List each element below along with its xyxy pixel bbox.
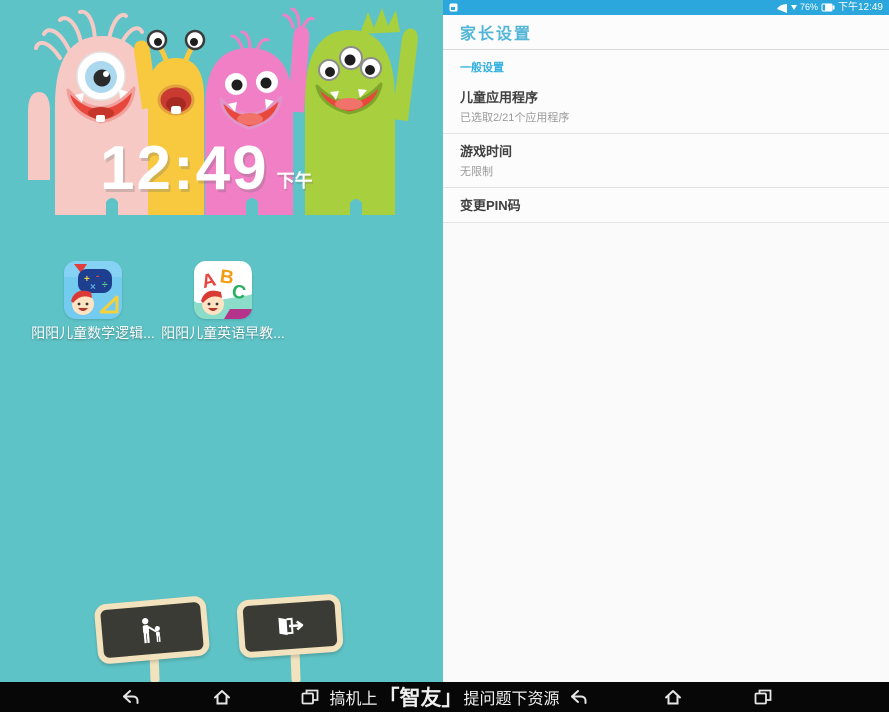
svg-text:-: - (96, 271, 99, 282)
watermark-brand: 「智友」 (379, 682, 463, 712)
pink-smiling-monster (205, 9, 313, 215)
battery-percent: 76% (800, 3, 818, 12)
back-icon (569, 689, 587, 705)
page-title: 家长设置 (460, 20, 532, 44)
app-english[interactable]: A B C 阳阳儿童英语早教... (153, 261, 293, 343)
status-bar: 76% 下午12:49 (443, 0, 889, 15)
abc-app-icon: A B C (194, 261, 252, 319)
recents-button-left[interactable] (290, 682, 330, 711)
recents-icon (754, 689, 772, 705)
home-icon (664, 689, 682, 705)
setting-title: 变更PIN码 (460, 195, 872, 214)
math-app-icon: + - × ÷ (64, 261, 122, 319)
setting-item-change-pin[interactable]: 变更PIN码 (443, 188, 889, 223)
setting-subtitle: 无限制 (460, 163, 872, 179)
notification-icon (449, 3, 458, 12)
exit-button[interactable] (236, 593, 344, 658)
exit-door-icon (274, 614, 305, 638)
setting-item-kids-apps[interactable]: 儿童应用程序 已选取2/21个应用程序 (443, 80, 889, 134)
navigation-bar: 搞机上 「智友」 提问题下资源 (0, 682, 889, 711)
back-button-left[interactable] (110, 682, 150, 711)
home-icon (213, 689, 231, 705)
setting-subtitle: 已选取2/21个应用程序 (460, 109, 872, 125)
back-button-right[interactable] (558, 682, 598, 711)
watermark-suffix: 提问题下资源 (464, 685, 560, 709)
svg-text:÷: ÷ (102, 280, 108, 291)
back-icon (121, 689, 139, 705)
title-bar: 家长设置 (443, 15, 889, 50)
app-math[interactable]: + - × ÷ 阳阳儿童数学逻辑... (23, 261, 163, 343)
app-label: 阳阳儿童英语早教... (161, 323, 285, 343)
recents-button-right[interactable] (743, 682, 783, 711)
svg-text:×: × (90, 282, 96, 293)
recents-icon (301, 689, 319, 705)
app-label: 阳阳儿童数学逻辑... (31, 323, 155, 343)
watermark-prefix: 搞机上 (329, 685, 377, 709)
section-header-general: 一般设置 (443, 50, 889, 80)
home-button-left[interactable] (202, 682, 242, 711)
home-button-right[interactable] (653, 682, 693, 711)
parental-settings-panel: 76% 下午12:49 家长设置 一般设置 儿童应用程序 已选取2/21个应用程… (443, 0, 889, 682)
pink-cyclops-monster (28, 12, 150, 215)
setting-title: 儿童应用程序 (460, 87, 872, 106)
green-three-eyed-monster (305, 8, 419, 215)
data-down-arrow-icon (791, 5, 797, 10)
status-bar-time: 下午12:49 (838, 3, 883, 13)
parent-child-icon (133, 615, 171, 644)
monsters-illustration (0, 0, 443, 232)
setting-item-play-time[interactable]: 游戏时间 无限制 (443, 134, 889, 188)
wifi-icon (777, 3, 788, 13)
kids-home-screen: 12:49 下午 + - × ÷ 阳阳儿童数学逻辑... (0, 0, 443, 682)
battery-icon (821, 3, 835, 12)
setting-title: 游戏时间 (460, 141, 872, 160)
parental-settings-button[interactable] (94, 595, 211, 665)
